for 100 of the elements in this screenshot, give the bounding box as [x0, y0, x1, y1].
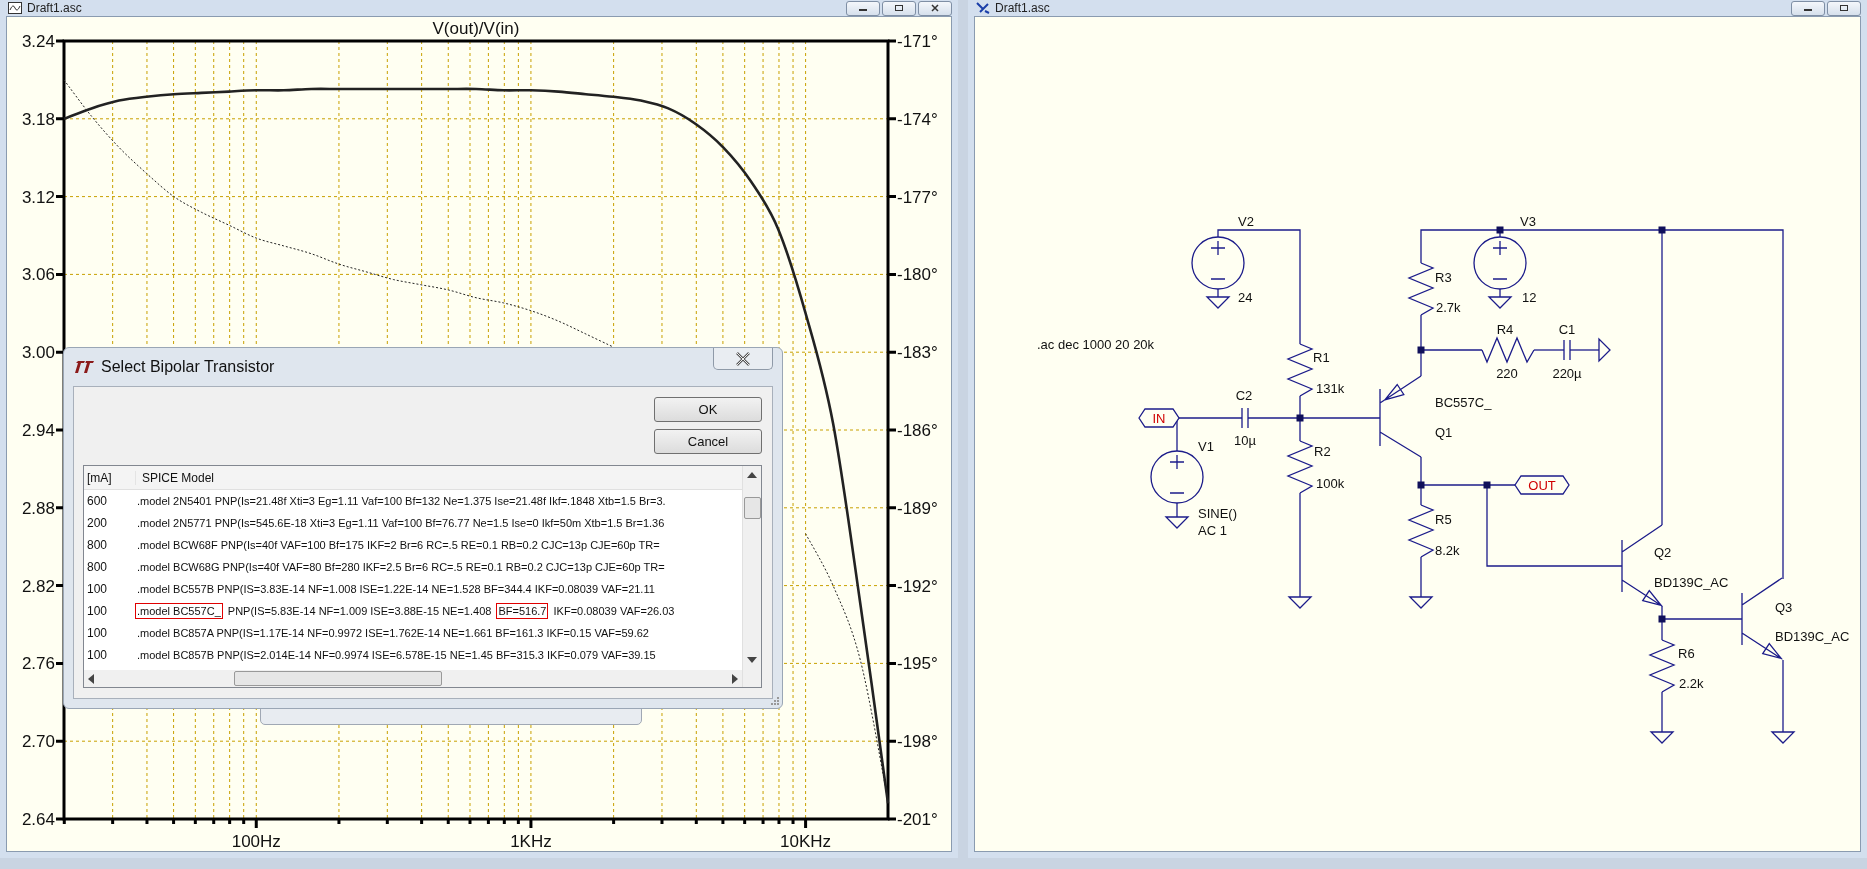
net-flag[interactable] [1514, 475, 1570, 495]
highlighted-text[interactable]: BF=516.7 [496, 603, 549, 619]
ground-symbol [1287, 596, 1313, 609]
component-name[interactable]: R4 [1496, 322, 1514, 337]
phase-axis-label: -171° [897, 32, 938, 51]
current-cell[interactable]: 800 [84, 538, 135, 552]
ground-symbol [1408, 596, 1434, 609]
capacitor-symbol[interactable] [1563, 339, 1571, 361]
component-value[interactable]: 12 [1522, 290, 1537, 305]
pnp-transistor-symbol[interactable] [1379, 375, 1422, 458]
component-value[interactable]: 220µ [1552, 366, 1582, 381]
component-value[interactable]: BD139C_AC [1775, 629, 1850, 644]
right-arrow-icon [732, 673, 738, 684]
current-cell[interactable]: 600 [84, 494, 135, 508]
phase-axis-label: -174° [897, 109, 938, 129]
y-axis-label: 3.18 [21, 109, 55, 129]
down-arrow-icon [747, 657, 757, 663]
current-cell[interactable]: 200 [84, 516, 135, 530]
ground-symbol [1487, 296, 1513, 309]
wire [1176, 502, 1178, 518]
component-value[interactable]: 10µ [1234, 433, 1256, 448]
close-button[interactable] [918, 0, 952, 16]
close-button[interactable] [713, 348, 773, 370]
resistor-symbol[interactable] [1286, 440, 1314, 494]
component-name[interactable]: Q1 [1435, 425, 1453, 440]
component-value[interactable]: 2.2k [1679, 676, 1704, 691]
cancel-button[interactable]: Cancel [654, 429, 762, 454]
net-label[interactable]: IN [1152, 411, 1166, 426]
component-name[interactable]: Q3 [1775, 600, 1793, 615]
y-axis-label: 2.70 [21, 732, 55, 752]
y-axis-label: 2.88 [21, 498, 55, 518]
column-header[interactable]: SPICE Model [135, 470, 215, 485]
simulation-directive[interactable]: .ac dec 1000 20 20k [1037, 337, 1155, 352]
minimize-button[interactable] [846, 0, 880, 16]
phase-axis-label: -186° [897, 421, 938, 440]
component-value[interactable]: SINE() [1198, 506, 1237, 521]
net-label[interactable]: OUT [1528, 478, 1556, 493]
component-name[interactable]: C1 [1558, 322, 1576, 337]
component-name[interactable]: V2 [1238, 214, 1254, 229]
close-icon [735, 351, 751, 366]
maximize-button[interactable] [882, 0, 916, 16]
vertical-scrollbar[interactable] [742, 466, 761, 687]
net-flag[interactable] [1138, 408, 1180, 428]
current-cell[interactable]: 100 [84, 648, 135, 662]
current-cell[interactable]: 100 [84, 626, 135, 640]
model-text[interactable]: .model BC857A PNP(IS=1.17E-14 NF=0.9972 ISE=1.762E-14 NE=1.661 BF=161.3 IKF=0.15 VAF=59.62 [135, 625, 651, 641]
component-value[interactable]: 220 [1496, 366, 1518, 381]
resistor-symbol[interactable] [1407, 504, 1435, 558]
model-text[interactable]: .model BCW68G PNP(Is=40f VAF=80 Bf=280 IKF=2.5 Br=6 RC=.5 RE=0.1 RB=0.2 CJC=13p CJE=60p TR= [135, 559, 667, 575]
component-name[interactable]: V1 [1198, 439, 1214, 454]
model-text[interactable]: .model BCW68F PNP(Is=40f VAF=100 Bf=175 IKF=2 Br=6 RC=.5 RE=0.1 RB=0.2 CJC=13p CJE=60p TR= [135, 537, 662, 553]
scroll-thumb[interactable] [743, 496, 761, 519]
model-text[interactable]: .model 2N5401 PNP(Is=21.48f Xti=3 Eg=1.11 Vaf=100 Bf=132 Ne=1.375 Ise=21.48f Ikf=.1848 Xtb=1.5 Br=3. [135, 493, 668, 509]
maximize-icon [894, 4, 904, 12]
model-text[interactable]: PNP(IS=5.83E-14 NF=1.009 ISE=3.88E-15 NE=1.408 [222, 603, 497, 619]
component-name[interactable]: C2 [1235, 388, 1253, 403]
model-text[interactable]: IKF=0.08039 VAF=26.03 [548, 603, 677, 619]
component-name[interactable]: R6 [1678, 646, 1695, 661]
component-name[interactable]: R2 [1314, 444, 1331, 459]
model-text[interactable]: .model BC857B PNP(IS=2.014E-14 NF=0.9974 ISE=6.578E-15 NE=1.45 BF=315.3 IKF=0.079 VAF=39.15 [135, 647, 658, 663]
component-name[interactable]: R3 [1435, 270, 1452, 285]
component-value[interactable]: 100k [1316, 476, 1345, 491]
component-value[interactable]: 8.2k [1435, 543, 1460, 558]
logo-icon [73, 360, 95, 374]
component-value[interactable]: AC 1 [1198, 523, 1227, 538]
component-value[interactable]: BD139C_AC [1654, 575, 1729, 590]
scroll-thumb[interactable] [234, 671, 442, 686]
component-value[interactable]: 24 [1238, 290, 1253, 305]
highlighted-text[interactable]: .model BC557C_ [135, 603, 223, 619]
y-axis-label: 2.94 [21, 421, 55, 440]
voltage-source-symbol[interactable] [1191, 236, 1245, 290]
capacitor-symbol[interactable] [1241, 407, 1249, 429]
voltage-source-symbol[interactable] [1150, 450, 1204, 504]
current-cell[interactable]: 100 [84, 582, 135, 596]
component-name[interactable]: R1 [1313, 350, 1330, 365]
component-value[interactable]: 2.7k [1436, 300, 1461, 315]
component-value[interactable]: BC557C_ [1435, 395, 1492, 410]
ok-button[interactable]: OK [654, 397, 762, 422]
resistor-symbol[interactable] [1481, 336, 1535, 364]
resistor-symbol[interactable] [1648, 639, 1676, 693]
component-name[interactable]: Q2 [1654, 545, 1672, 560]
horizontal-scrollbar[interactable] [84, 670, 742, 687]
voltage-source-symbol[interactable] [1473, 236, 1527, 290]
component-name[interactable]: R5 [1435, 512, 1452, 527]
wire [1661, 691, 1663, 733]
model-text[interactable]: .model BC557B PNP(IS=3.83E-14 NF=1.008 ISE=1.22E-14 NE=1.528 BF=344.4 IKF=0.08039 VAF=21.11 [135, 581, 657, 597]
current-cell[interactable]: 100 [84, 604, 135, 618]
resistor-symbol[interactable] [1407, 262, 1435, 316]
minimize-button[interactable] [1791, 0, 1825, 16]
resize-grip-icon[interactable] [770, 696, 780, 706]
model-text[interactable]: .model 2N5771 PNP(Is=545.6E-18 Xti=3 Eg=1.11 Vaf=100 Bf=76.77 Ne=1.5 Ise=0 Ikf=50m Xtb=1.5 Br=1.36 [135, 515, 667, 531]
column-header[interactable]: [mA] [84, 470, 135, 485]
component-name[interactable]: V3 [1520, 214, 1536, 229]
resistor-symbol[interactable] [1286, 343, 1314, 397]
x-axis-label: 100Hz [231, 832, 281, 851]
ground-symbol [1770, 731, 1796, 744]
component-value[interactable]: 131k [1316, 381, 1345, 396]
maximize-button[interactable] [1827, 0, 1861, 16]
current-cell[interactable]: 800 [84, 560, 135, 574]
y-axis-label: 3.24 [21, 32, 55, 51]
